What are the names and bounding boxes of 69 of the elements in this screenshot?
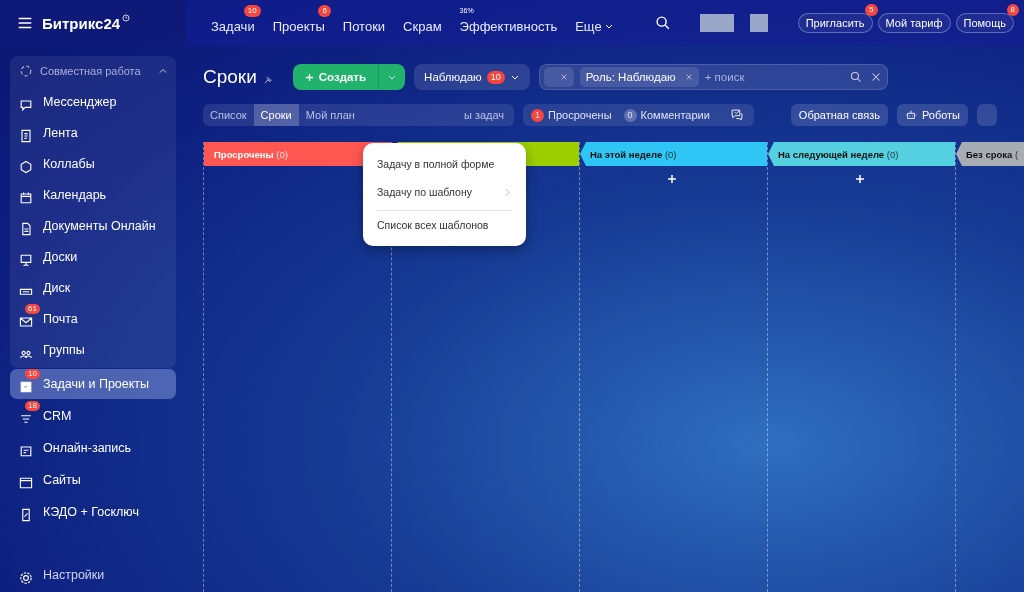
sidebar-item[interactable]: Мессенджер — [10, 87, 176, 117]
menu-group-header[interactable]: Совместная работа — [10, 56, 176, 86]
column-header: На этой неделе (0) — [580, 142, 767, 166]
header-button[interactable]: Помощь — [955, 13, 1014, 33]
remove-icon[interactable] — [559, 73, 568, 81]
view-tab[interactable]: Мой план — [298, 104, 362, 126]
checkbox-icon — [18, 379, 34, 395]
sidebar-item[interactable]: Календарь — [10, 180, 176, 210]
nav-link[interactable]: Еще — [575, 12, 614, 34]
search-icon[interactable] — [848, 70, 863, 84]
news-icon — [18, 128, 34, 144]
view-tab[interactable]: Сроки — [253, 104, 299, 126]
filter-tag[interactable]: Роль: Наблюдаю — [579, 67, 699, 87]
feedback-button[interactable]: Обратная связь — [790, 104, 888, 126]
mail-icon — [18, 314, 34, 330]
menu-item[interactable]: Список всех шаблонов — [377, 210, 512, 239]
sidebar-item[interactable]: Онлайн-запись — [10, 433, 176, 463]
browser-window-icon — [18, 475, 34, 491]
counter-badge: 5 — [865, 4, 878, 16]
sidebar-item[interactable]: CRM 18 — [10, 401, 176, 431]
sidebar-item[interactable]: Диск — [10, 273, 176, 303]
search-field[interactable]: Роль: Наблюдаю + поиск — [538, 64, 888, 90]
create-dropdown-button[interactable] — [378, 64, 406, 90]
sidebar-item[interactable]: Документы Онлайн — [10, 211, 176, 241]
clock-icon — [122, 14, 131, 22]
plus-icon — [304, 72, 314, 82]
sidebar-item[interactable]: Почта 61 — [10, 304, 176, 334]
hexagon-icon — [18, 159, 34, 175]
role-filter-dropdown[interactable]: Наблюдаю 10 — [414, 64, 530, 90]
header-button[interactable]: Мой тариф — [877, 13, 951, 33]
search-icon[interactable] — [653, 14, 672, 32]
avatar-placeholder[interactable] — [699, 14, 734, 32]
view-tab[interactable]: ы задач — [456, 104, 515, 126]
column-header: На следующей неделе (0) — [768, 142, 955, 166]
app-logo[interactable]: Битрикс24 — [42, 14, 121, 32]
sidebar-item[interactable]: Группы — [10, 335, 176, 365]
page-title: Сроки — [203, 66, 257, 88]
counter-badge: 6 — [318, 4, 331, 17]
menu-item[interactable]: Задачу по шаблону — [363, 178, 526, 206]
sidebar-item[interactable]: КЭДО + Госключ — [10, 497, 176, 527]
counter-item[interactable]: 1 Просрочены — [531, 108, 612, 122]
column-header: Без срока ( — [956, 142, 1024, 166]
view-tab[interactable]: Список — [203, 104, 254, 126]
avatar-placeholder[interactable] — [749, 14, 768, 32]
settings-icon — [18, 570, 34, 586]
chat-icon — [18, 97, 34, 113]
chevron-icon[interactable] — [158, 66, 168, 76]
robots-button[interactable]: Роботы — [896, 104, 968, 126]
dotted-circle-icon — [18, 63, 34, 79]
sidebar-item[interactable]: Доски — [10, 242, 176, 272]
counter-badge: 8 — [1006, 4, 1019, 16]
header-button[interactable]: Пригласить — [797, 13, 873, 33]
nav-link[interactable]: Скрам — [403, 12, 442, 34]
remove-icon[interactable] — [684, 73, 693, 81]
calendar-icon — [18, 190, 34, 206]
board-icon — [18, 252, 34, 268]
calendar-list-icon — [18, 443, 34, 459]
chevron-right-icon — [503, 187, 512, 197]
counter-item[interactable]: 0 Комментарии — [623, 108, 710, 122]
sidebar-item[interactable]: Лента — [10, 118, 176, 148]
nav-link[interactable]: Потоки — [342, 12, 386, 34]
sidebar-item[interactable]: Коллабы — [10, 149, 176, 179]
settings-item[interactable]: Настройки — [10, 560, 176, 590]
robot-icon — [904, 109, 917, 121]
sidebar-item[interactable]: Задачи и Проекты 10 — [10, 369, 176, 399]
counter-badge: 10 — [243, 4, 261, 17]
sidebar-item[interactable]: Сайты — [10, 465, 176, 495]
nav-link[interactable]: Эффективность — [459, 12, 558, 34]
chat-check-icon[interactable] — [729, 108, 744, 122]
